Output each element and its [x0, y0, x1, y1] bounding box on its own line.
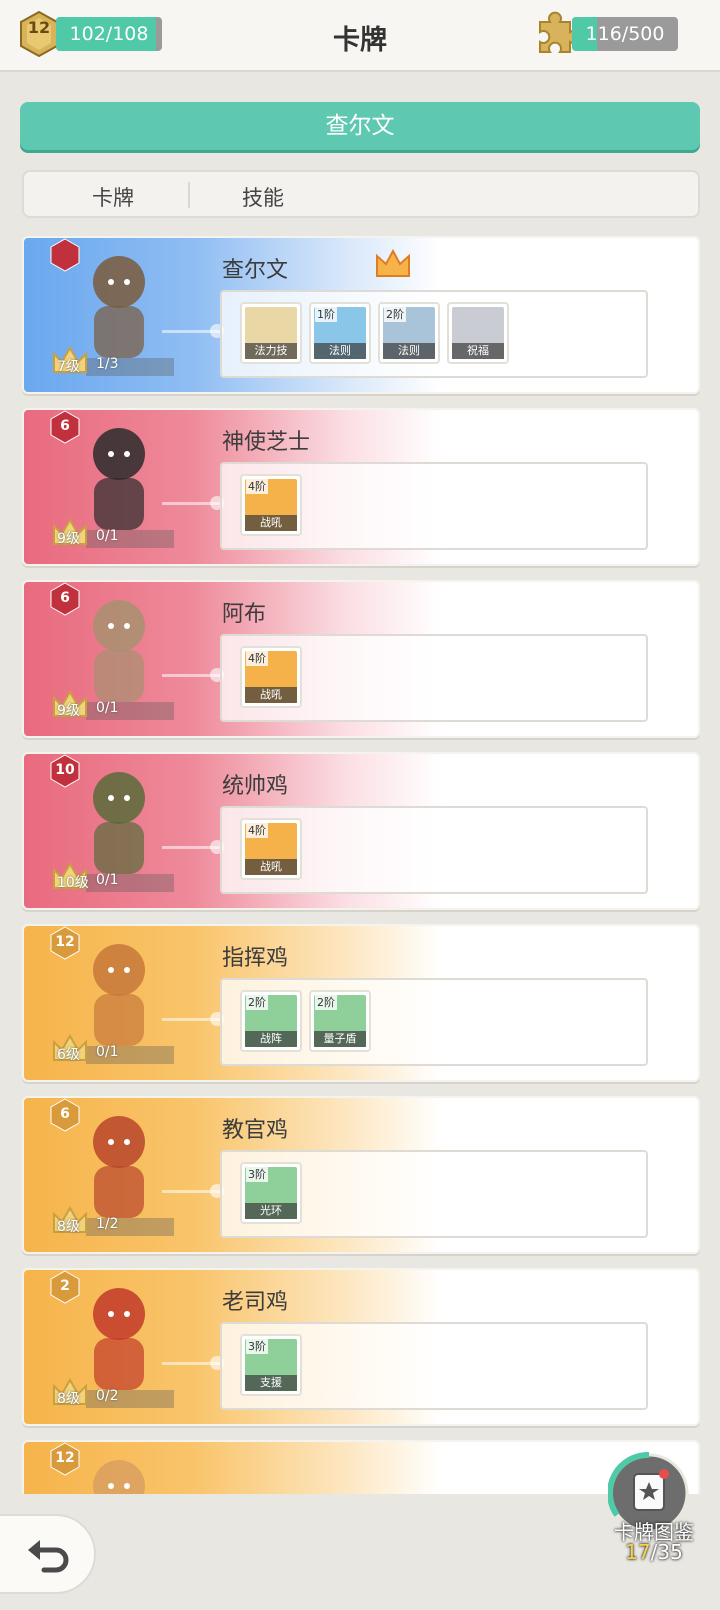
card-name: 统帅鸡	[222, 774, 289, 799]
star-level: 12	[55, 1450, 75, 1466]
card-name: 老司鸡	[222, 1290, 289, 1315]
card-count: 0/1	[96, 528, 119, 544]
skill-slot[interactable]: 祝福	[447, 302, 509, 364]
card-name: 查尔文	[222, 258, 289, 283]
card-count: 0/2	[96, 1388, 119, 1404]
skill-name: 战吼	[245, 859, 297, 875]
skill-slot[interactable]: 法力技	[240, 302, 302, 364]
card-level: 10级	[57, 875, 89, 891]
card-row[interactable]: 6 8级 1/2 教官鸡 3阶光环	[22, 1096, 700, 1254]
tab-bar: 卡牌 技能	[22, 170, 700, 218]
card-count: 0/1	[96, 872, 119, 888]
card-count: 1/2	[96, 1216, 119, 1232]
skills-panel: 法力技 1阶 法则 2阶 法则 祝福	[220, 290, 648, 378]
skills-panel: 4阶战吼	[220, 806, 648, 894]
crown-icon	[376, 248, 410, 277]
skills-panel: 4阶战吼	[220, 634, 648, 722]
card-count: 0/1	[96, 1044, 119, 1060]
card-name: 神使芝士	[222, 430, 311, 455]
star-level: 12	[55, 934, 75, 950]
tab-skills[interactable]: 技能	[242, 182, 284, 212]
collection-total: /35	[650, 1540, 683, 1564]
card-level: 7级	[57, 359, 80, 375]
star-level: 6	[60, 1106, 70, 1122]
card-count: 1/3	[96, 356, 119, 372]
card-row[interactable]: 10 10级 0/1 统帅鸡 4阶战吼	[22, 752, 700, 910]
card-name: 教官鸡	[222, 1118, 289, 1143]
card-row[interactable]: 12 6级 0/1 指挥鸡 2阶 战阵 2阶 量子盾	[22, 924, 700, 1082]
skill-name: 战吼	[245, 687, 297, 703]
skill-tier: 3阶	[246, 1166, 268, 1182]
skill-tier: 3阶	[246, 1338, 268, 1354]
skill-tier: 4阶	[246, 650, 268, 666]
skill-name: 法则	[383, 343, 435, 359]
tab-cards[interactable]: 卡牌	[92, 182, 134, 212]
star-level: 10	[55, 762, 75, 778]
skill-tier: 2阶	[315, 994, 337, 1010]
card-level: 8级	[57, 1391, 80, 1407]
skill-name: 战阵	[245, 1031, 297, 1047]
star-level: 6	[60, 418, 70, 434]
skill-tier: 1阶	[315, 306, 337, 322]
card-level: 6级	[57, 1047, 80, 1063]
skills-panel: 4阶战吼	[220, 462, 648, 550]
star-level: 6	[60, 590, 70, 606]
skill-slot[interactable]: 4阶战吼	[240, 646, 302, 708]
collection-owned: 17	[625, 1540, 651, 1564]
skill-name: 法则	[314, 343, 366, 359]
card-count: 0/1	[96, 700, 119, 716]
skill-slot[interactable]: 4阶战吼	[240, 474, 302, 536]
character-portrait-icon	[93, 1460, 145, 1494]
card-level: 8级	[57, 1219, 80, 1235]
skill-slot[interactable]: 3阶支援	[240, 1334, 302, 1396]
skills-panel: 2阶 战阵 2阶 量子盾	[220, 978, 648, 1066]
collection-count: 17/35	[598, 1540, 710, 1564]
star-level: 2	[60, 1278, 70, 1294]
star-level-badge-icon	[50, 238, 80, 272]
skills-panel: 3阶支援	[220, 1322, 648, 1410]
skill-slot[interactable]: 2阶量子盾	[309, 990, 371, 1052]
back-arrow-icon	[28, 1540, 69, 1573]
skill-slot[interactable]: 3阶光环	[240, 1162, 302, 1224]
back-button[interactable]	[0, 1514, 96, 1594]
skill-tier: 2阶	[384, 306, 406, 322]
skill-name: 量子盾	[314, 1031, 366, 1047]
skill-name: 祝福	[452, 343, 504, 359]
card-row[interactable]: 6 9级 0/1 神使芝士 4阶战吼	[22, 408, 700, 566]
skill-slot[interactable]: 2阶法则	[378, 302, 440, 364]
skill-tier: 4阶	[246, 478, 268, 494]
fragment-bar: 116/500	[572, 17, 678, 51]
skill-name: 支援	[245, 1375, 297, 1391]
card-level: 9级	[57, 703, 80, 719]
skill-name: 战吼	[245, 515, 297, 531]
card-row[interactable]: 6 9级 0/1 阿布 4阶战吼	[22, 580, 700, 738]
card-name: 阿布	[222, 602, 267, 627]
tab-divider	[188, 182, 190, 208]
skill-tier: 2阶	[246, 994, 268, 1010]
card-row[interactable]: 12	[22, 1440, 700, 1494]
skill-tier: 4阶	[246, 822, 268, 838]
fragment-text: 116/500	[585, 23, 665, 45]
card-row[interactable]: 2 8级 0/2 老司鸡 3阶支援	[22, 1268, 700, 1426]
skill-slot[interactable]: 1阶法则	[309, 302, 371, 364]
skill-name: 法力技	[245, 343, 297, 359]
skills-panel: 3阶光环	[220, 1150, 648, 1238]
skill-name: 光环	[245, 1203, 297, 1219]
skill-slot[interactable]: 4阶战吼	[240, 818, 302, 880]
card-level: 9级	[57, 531, 80, 547]
card-list: 7级 1/3 查尔文 法力技 1阶 法则 2阶 法则 祝福 6 9级 0/1 神使芝士 4阶 战吼 6 9级 0/…	[22, 236, 700, 1494]
hero-select-button[interactable]: 查尔文	[20, 102, 700, 150]
skill-slot[interactable]: 2阶战阵	[240, 990, 302, 1052]
card-name: 指挥鸡	[222, 946, 289, 971]
card-row[interactable]: 7级 1/3 查尔文 法力技 1阶 法则 2阶 法则 祝福	[22, 236, 700, 394]
top-bar: 12 102/108 卡牌 116/500	[0, 0, 720, 72]
